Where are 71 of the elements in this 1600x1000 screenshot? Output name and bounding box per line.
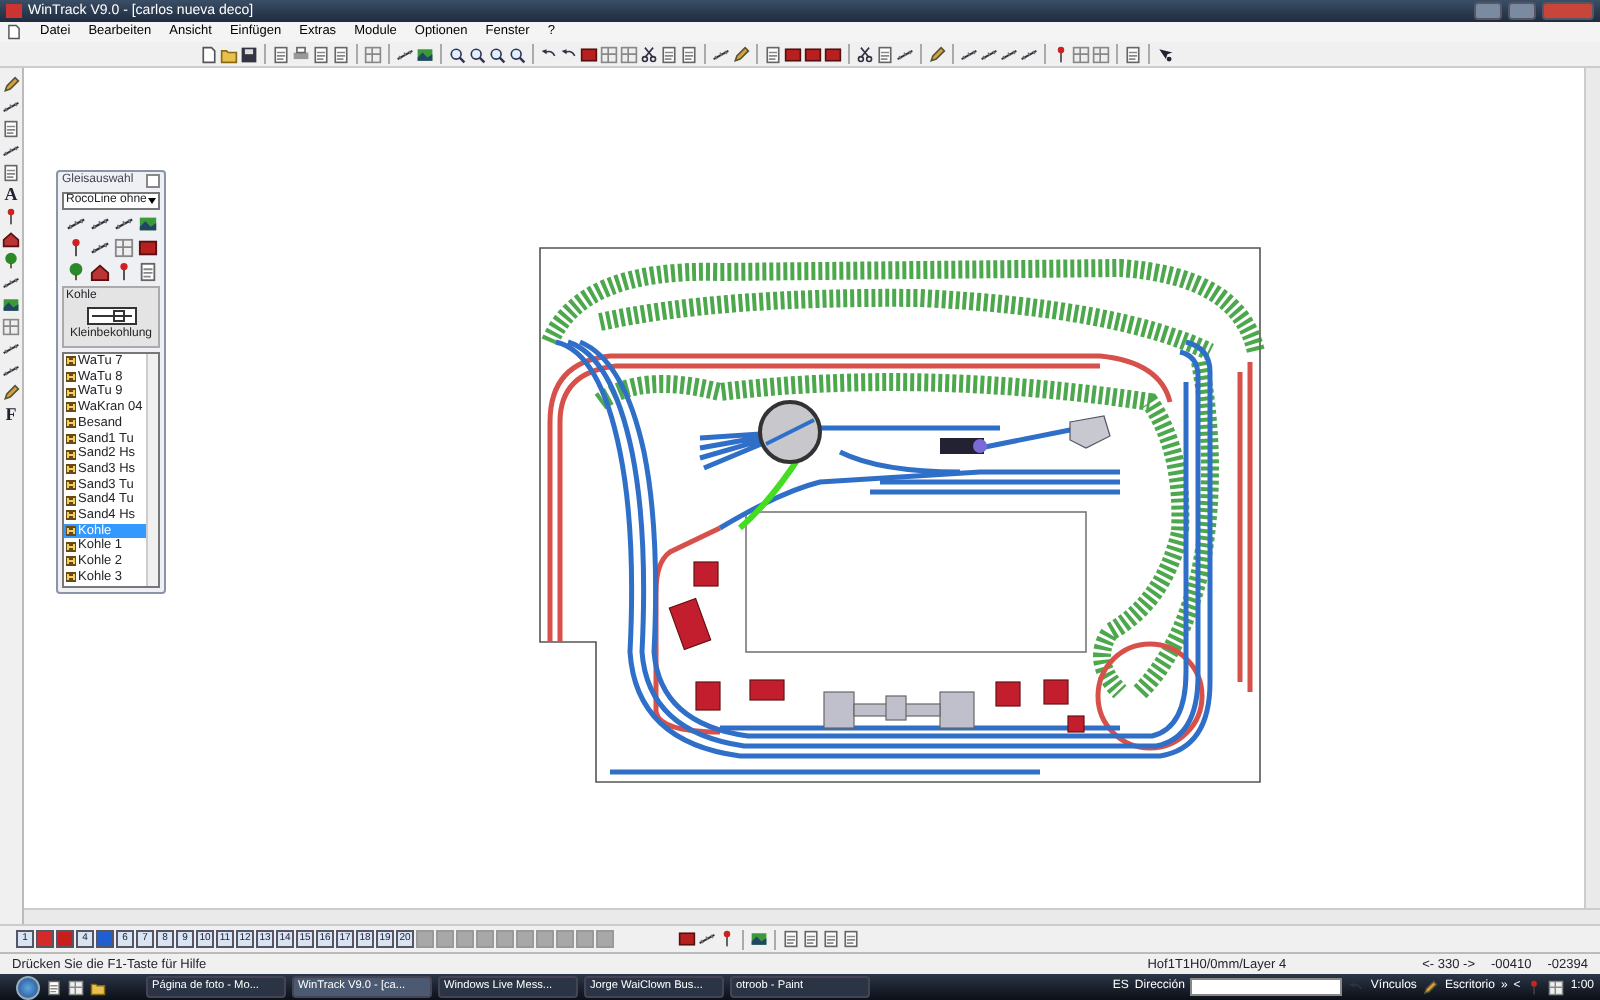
vertical-scrollbar[interactable] xyxy=(1584,68,1600,908)
track-icon[interactable] xyxy=(2,362,20,380)
tree-icon[interactable] xyxy=(2,252,20,270)
list-scrollbar[interactable] xyxy=(146,354,158,586)
text-tool-icon[interactable]: F xyxy=(5,406,17,424)
close-button[interactable] xyxy=(146,174,160,188)
track-item-icon xyxy=(66,479,76,490)
track-item-icon xyxy=(66,418,76,429)
page-icon[interactable] xyxy=(46,979,62,995)
signal-icon[interactable] xyxy=(1052,45,1070,63)
scissors-icon[interactable] xyxy=(640,45,658,63)
track-icon[interactable] xyxy=(896,45,914,63)
tree-icon[interactable] xyxy=(65,262,85,282)
track-item-icon xyxy=(66,464,76,475)
track-item-icon xyxy=(66,449,76,460)
maximize-button[interactable] xyxy=(1508,2,1536,20)
track-icon[interactable] xyxy=(2,142,20,160)
text-tool-icon[interactable]: A xyxy=(4,186,18,204)
track-icon[interactable] xyxy=(980,45,998,63)
track-item-icon xyxy=(66,495,76,506)
track-item-icon xyxy=(66,572,76,583)
printer-icon[interactable] xyxy=(292,45,310,63)
start-button[interactable] xyxy=(16,975,40,999)
block-icon[interactable] xyxy=(137,238,157,258)
landscape-icon[interactable] xyxy=(750,930,768,948)
landscape-icon[interactable] xyxy=(2,296,20,314)
landscape-icon[interactable] xyxy=(137,214,157,234)
zoom-icon[interactable] xyxy=(508,45,526,63)
track-item-icon xyxy=(66,372,76,383)
track-icon[interactable] xyxy=(65,214,85,234)
address-field[interactable] xyxy=(1190,978,1343,996)
block-icon[interactable] xyxy=(580,45,598,63)
horizontal-scrollbar[interactable] xyxy=(24,908,1600,924)
pencil-icon[interactable] xyxy=(2,76,20,94)
track-item-icon xyxy=(66,526,76,537)
zoom-icon[interactable] xyxy=(448,45,466,63)
pencil-icon[interactable] xyxy=(2,384,20,402)
track-icon[interactable] xyxy=(89,214,109,234)
track-icon[interactable] xyxy=(2,98,20,116)
zoom-icon[interactable] xyxy=(468,45,486,63)
track-icon[interactable] xyxy=(960,45,978,63)
signal-icon[interactable] xyxy=(2,208,20,226)
track-icon[interactable] xyxy=(2,340,20,358)
track-icon[interactable] xyxy=(113,214,133,234)
track-icon[interactable] xyxy=(1020,45,1038,63)
house-icon[interactable] xyxy=(89,262,109,282)
track-item-icon xyxy=(66,433,76,444)
track-item-icon xyxy=(66,510,76,521)
coaling-station-icon xyxy=(85,304,137,328)
track-icon[interactable] xyxy=(1000,45,1018,63)
signal-icon[interactable] xyxy=(718,930,736,948)
track-icon[interactable] xyxy=(2,274,20,292)
track-item-icon xyxy=(66,387,76,398)
track-icon[interactable] xyxy=(89,238,109,258)
scissors-icon[interactable] xyxy=(856,45,874,63)
landscape-icon[interactable] xyxy=(416,45,434,63)
help-icon[interactable] xyxy=(1156,45,1174,63)
grid-icon[interactable] xyxy=(1548,979,1565,995)
track-item-icon xyxy=(66,556,76,567)
folder-icon[interactable] xyxy=(90,979,106,995)
track-item-icon xyxy=(66,402,76,413)
zoom-icon[interactable] xyxy=(488,45,506,63)
minimize-button[interactable] xyxy=(1474,2,1502,20)
grid-icon[interactable] xyxy=(68,979,84,995)
track-item-icon xyxy=(66,541,76,552)
app-icon xyxy=(6,4,22,18)
pencil-icon[interactable] xyxy=(1422,979,1439,995)
block-icon[interactable] xyxy=(678,930,696,948)
house-icon[interactable] xyxy=(2,230,20,248)
track-item-icon xyxy=(66,356,76,367)
save-icon[interactable] xyxy=(240,45,258,63)
